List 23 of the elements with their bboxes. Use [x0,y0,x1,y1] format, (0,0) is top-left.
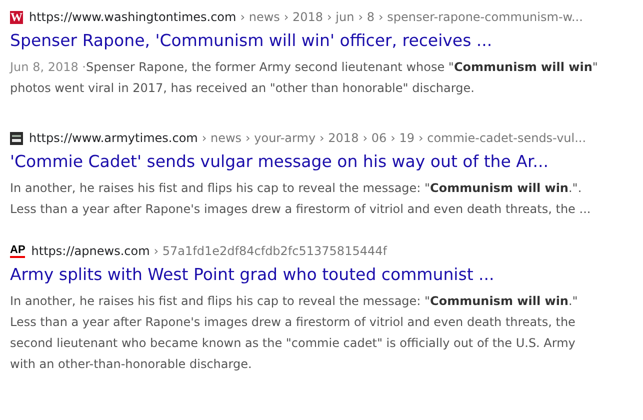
url-breadcrumb: › 2018 [320,131,359,145]
url-breadcrumb: › spenser-rapone-communism-w... [378,10,583,24]
url-breadcrumb: › news [240,10,280,24]
result-title-link[interactable]: Spenser Rapone, 'Communism will win' officer, receives ... [10,30,633,52]
result-url[interactable]: https://www.armytimes.com [29,131,198,145]
result-url[interactable]: https://www.washingtontimes.com [29,10,236,24]
result-snippet: In another, he raises his fist and flips his cap to reveal the message: "Communism will win." Less than a year after Rapone's images drew a firestorm of vitriol and even death threats, the second lieutenant who became known as the "commie cadet" is officially out of the U.S. Army with an other-than-honorable discharge. [10,293,579,373]
url-breadcrumb: › jun [327,10,354,24]
url-breadcrumb: › 57a1fd1e2df84cfdb2fc51375815444f [154,244,387,258]
result-title-link[interactable]: Army splits with West Point grad who touted communist ... [10,264,633,286]
url-breadcrumb: › 19 [390,131,414,145]
url-breadcrumb: › 2018 [284,10,324,24]
url-breadcrumb: › 06 [362,131,387,145]
url-breadcrumb: › your-army [246,131,316,145]
url-breadcrumb: › news [202,131,242,145]
result-snippet: Jun 8, 2018 ·Spenser Rapone, the former Army second lieutenant whose "Communism will win" photos went viral in 2017, has received an "other than honorable" discharge. [10,59,599,97]
result-title-link[interactable]: 'Commie Cadet' sends vulgar message on his way out of the Ar... [10,151,633,173]
url-breadcrumb: › 8 [358,10,374,24]
url-breadcrumb: › commie-cadet-sends-vul... [418,131,586,145]
site-logo-icon: W [10,10,23,24]
result-url[interactable]: https://apnews.com [31,244,150,258]
site-logo-icon [10,132,23,144]
result-snippet: In another, he raises his fist and flips his cap to reveal the message: "Communism will win.". Less than a year after Rapone's images drew a firestorm of vitriol and even death threats, the ... [10,180,592,218]
